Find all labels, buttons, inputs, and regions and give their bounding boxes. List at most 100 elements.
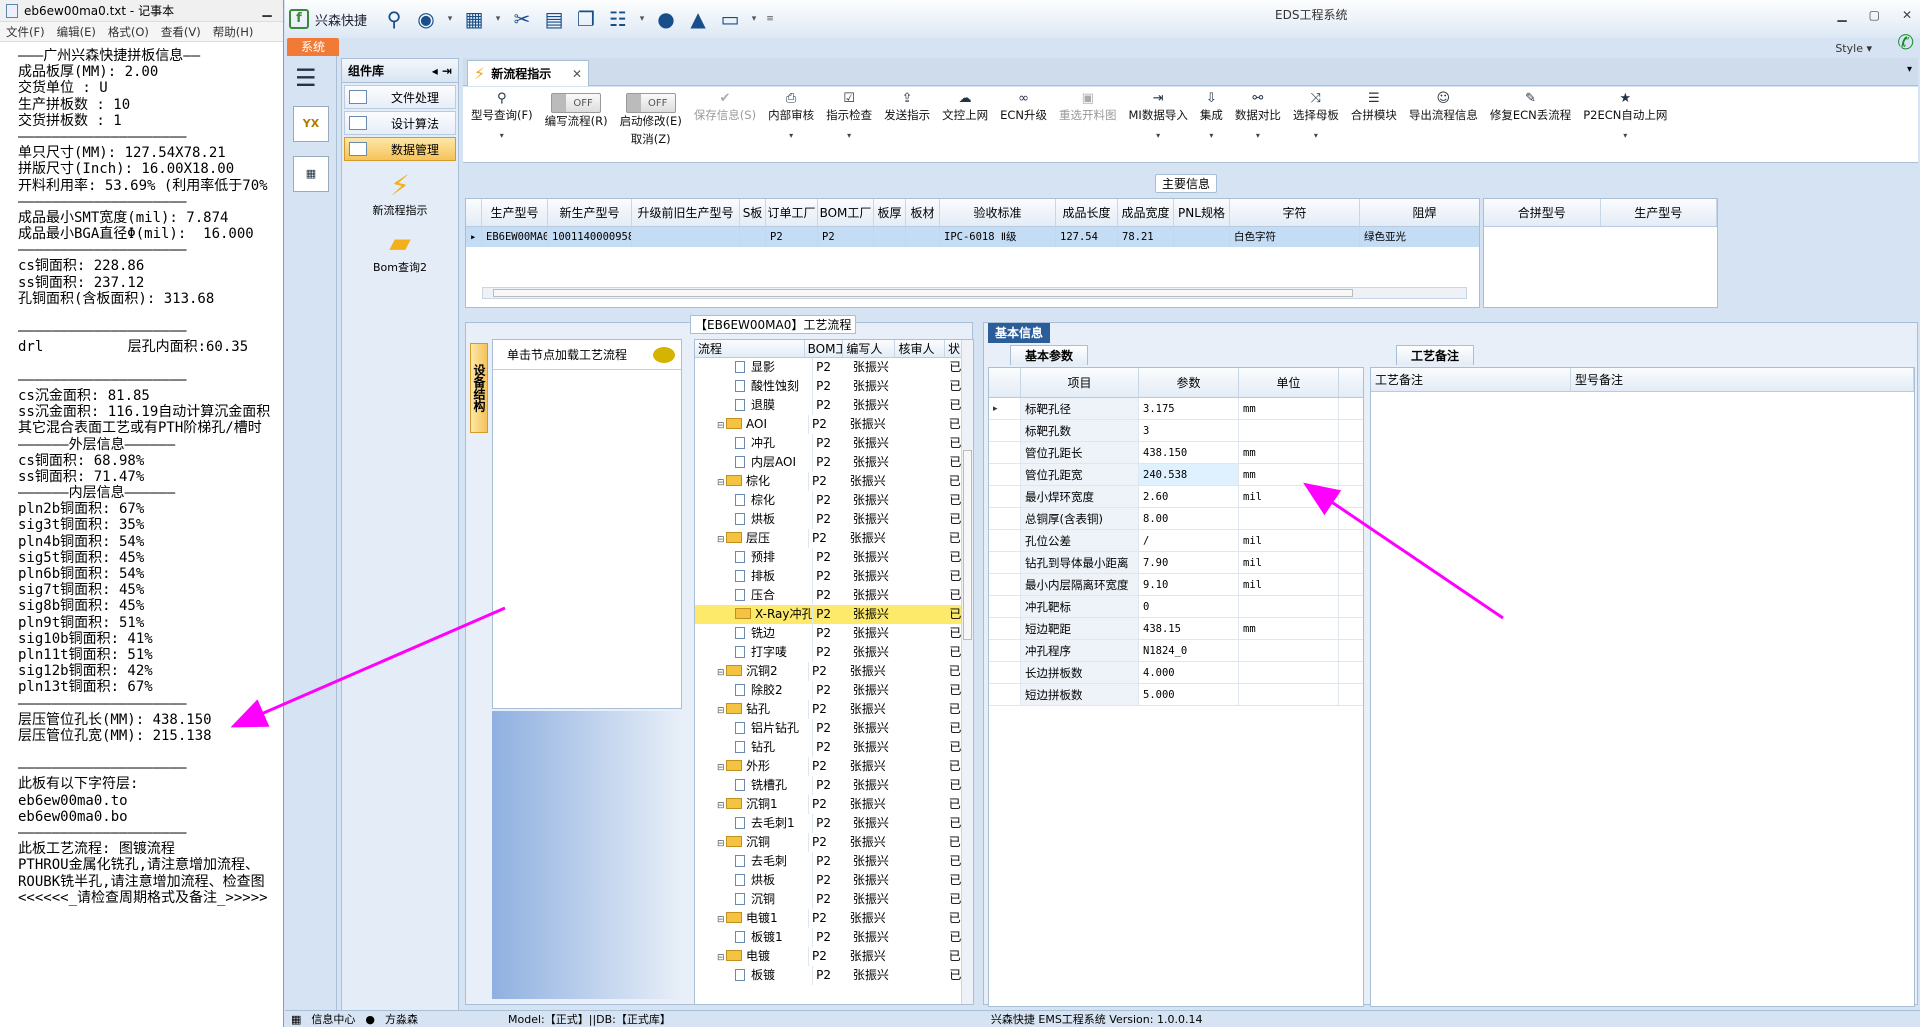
tree-node[interactable]: 压合 (695, 586, 814, 605)
component-item[interactable]: 设计算法 (344, 111, 456, 135)
param-row[interactable]: 最小内层隔离环宽度 9.10 mil (989, 574, 1363, 596)
grid-header-cell[interactable]: 新生产型号 (548, 199, 632, 226)
vertical-scrollbar[interactable] (961, 340, 973, 1004)
param-value[interactable]: 4.000 (1139, 662, 1239, 683)
tree-header-cell[interactable]: 流程 (695, 340, 805, 357)
tree-row[interactable]: 预排P2张振兴已组 (695, 548, 973, 567)
tree-node[interactable]: ⊟ 钻孔 (695, 700, 810, 719)
expand-icon[interactable]: ⊟ (717, 531, 726, 548)
film-icon[interactable]: ▤ (541, 6, 567, 32)
expand-icon[interactable]: ⊟ (717, 702, 726, 719)
grid-header-cell[interactable] (989, 368, 1021, 397)
table-icon[interactable]: ▦ (461, 6, 487, 32)
tree-row[interactable]: ⊟AOIP2张振兴已组 (695, 415, 973, 434)
param-row[interactable]: 钻孔到导体最小距离 7.90 mil (989, 552, 1363, 574)
lifebuoy-icon[interactable]: ◉ (413, 6, 439, 32)
tree-node[interactable]: X-Ray冲孔 (695, 605, 814, 624)
param-value[interactable]: 8.00 (1139, 508, 1239, 529)
bom-query-button[interactable]: ▰ Bom查询2 (342, 226, 458, 275)
tree-node[interactable]: ⊟ 电镀1 (695, 909, 810, 928)
ribbon-button[interactable]: ⤨ 选择母板 ▾ (1287, 87, 1345, 162)
chevron-down-icon[interactable]: ▾ (500, 131, 504, 140)
param-value[interactable]: 5.000 (1139, 684, 1239, 705)
user-icon[interactable]: ● (653, 6, 679, 32)
param-value[interactable]: 3 (1139, 420, 1239, 441)
tree-row[interactable]: 排板P2张振兴已组 (695, 567, 973, 586)
component-item[interactable]: 数据管理 (344, 137, 456, 161)
tree-node[interactable]: ⊟ 棕化 (695, 472, 810, 491)
ribbon-button[interactable]: ★ P2ECN自动上网 ▾ (1577, 87, 1673, 162)
ribbon-button[interactable]: ☁ 文控上网 (936, 87, 994, 162)
expand-icon[interactable]: ⊟ (717, 474, 726, 491)
monitor-icon[interactable]: ▭ (717, 6, 743, 32)
chevron-down-icon[interactable]: ▾ (1907, 64, 1912, 75)
grid-header-cell[interactable]: 验收标准 (940, 199, 1056, 226)
tree-node[interactable]: ⊟ 沉铜1 (695, 795, 810, 814)
tree-row[interactable]: ⊟层压P2张振兴已组 (695, 529, 973, 548)
tree-node[interactable]: 铣槽孔 (695, 776, 814, 795)
chevron-down-icon[interactable]: ▾ (847, 131, 851, 140)
tree-node[interactable]: 排板 (695, 567, 814, 586)
grid-header-cell[interactable]: PNL规格 (1174, 199, 1230, 226)
dropdown-icon[interactable]: ▾ (493, 6, 503, 32)
grid-header-cell[interactable]: S板 (740, 199, 766, 226)
expand-icon[interactable]: ⊟ (717, 911, 726, 928)
basic-info-header[interactable]: 基本信息 (988, 323, 1050, 343)
ribbon-button[interactable]: ✎ 修复ECN丢流程 (1484, 87, 1577, 162)
ribbon-button[interactable]: ▣ 重选开料图 (1053, 87, 1123, 162)
ribbon-button[interactable]: OFF 编写流程(R) (539, 87, 614, 162)
tree-node[interactable]: ⊟ 沉铜2 (695, 662, 810, 681)
expand-icon[interactable]: ⊟ (717, 949, 726, 966)
chevron-down-icon[interactable]: ▾ (1156, 131, 1160, 140)
ribbon-button[interactable]: ⚲ 型号查询(F) ▾ (465, 87, 539, 162)
toggle-switch[interactable]: OFF (625, 93, 676, 113)
tree-row[interactable]: 压合P2张振兴已组 (695, 586, 973, 605)
collapse-arrow-icon[interactable]: ◂ ⇥ (432, 64, 452, 78)
style-dropdown[interactable]: Style ▾ (1835, 42, 1872, 55)
grid-header-cell[interactable]: 升级前旧生产型号 (632, 199, 740, 226)
param-row[interactable]: 短边拼板数 5.000 (989, 684, 1363, 706)
phone-icon[interactable]: ✆ (1897, 30, 1914, 54)
ribbon-button[interactable]: ☺ 导出流程信息 (1403, 87, 1484, 162)
ribbon-button[interactable]: ☑ 指示检查 ▾ (820, 87, 878, 162)
tree-node[interactable]: 铣边 (695, 624, 814, 643)
chat-bubble-icon[interactable] (653, 346, 675, 363)
scissors-icon[interactable]: ✂ (509, 6, 535, 32)
node-load-box[interactable]: 单击节点加载工艺流程 (492, 339, 682, 709)
tree-node[interactable]: 去毛刺 (695, 852, 814, 871)
expand-icon[interactable]: ⊟ (717, 797, 726, 814)
minimize-icon[interactable]: ▁ (257, 2, 277, 19)
grid-icon[interactable]: ☷ (605, 6, 631, 32)
tree-node[interactable]: ⊟ 电镀 (695, 947, 810, 966)
tree-row[interactable]: 板镀1P2张振兴已组 (695, 928, 973, 947)
param-value[interactable]: 9.10 (1139, 574, 1239, 595)
copy-icon[interactable]: ❐ (573, 6, 599, 32)
hamburger-icon[interactable]: ☰ (295, 64, 336, 92)
param-value[interactable]: 3.175 (1139, 398, 1239, 419)
grid-header-cell[interactable]: 成品长度 (1056, 199, 1118, 226)
param-row[interactable]: 冲孔靶标 0 (989, 596, 1363, 618)
param-row[interactable]: 孔位公差 / mil (989, 530, 1363, 552)
ribbon-button[interactable]: ⇩ 集成 ▾ (1194, 87, 1229, 162)
tree-node[interactable]: 烘板 (695, 510, 814, 529)
ribbon-button[interactable]: ∞ ECN升级 (994, 87, 1053, 162)
param-value[interactable]: 240.538 (1139, 464, 1239, 485)
ribbon-sublabel[interactable]: 取消(Z) (631, 131, 671, 147)
toggle-switch[interactable]: OFF (551, 93, 602, 113)
tree-row[interactable]: 沉铜P2张振兴已组 (695, 890, 973, 909)
grid-header-cell[interactable]: 项目 (1021, 368, 1139, 397)
tree-row[interactable]: 冲孔P2张振兴已组 (695, 434, 973, 453)
tree-node[interactable]: 去毛刺1 (695, 814, 814, 833)
tree-row[interactable]: 烘板P2张振兴已组 (695, 510, 973, 529)
tree-row[interactable]: 棕化P2张振兴已组 (695, 491, 973, 510)
tree-row[interactable]: 酸性蚀刻P2张振兴已组 (695, 377, 973, 396)
tree-row[interactable]: 铝片钻孔P2张振兴已组 (695, 719, 973, 738)
grid-header-cell[interactable]: 板材 (906, 199, 940, 226)
ribbon-button[interactable]: ✔ 保存信息(S) (688, 87, 762, 162)
chevron-down-icon[interactable]: ▾ (789, 131, 793, 140)
param-value[interactable]: / (1139, 530, 1239, 551)
grid-header-cell[interactable]: 单位 (1239, 368, 1339, 397)
tree-row[interactable]: 内层AOIP2张振兴已组 (695, 453, 973, 472)
notepad-menu-item[interactable]: 帮助(H) (213, 24, 254, 40)
horizontal-scrollbar[interactable] (482, 287, 1467, 299)
